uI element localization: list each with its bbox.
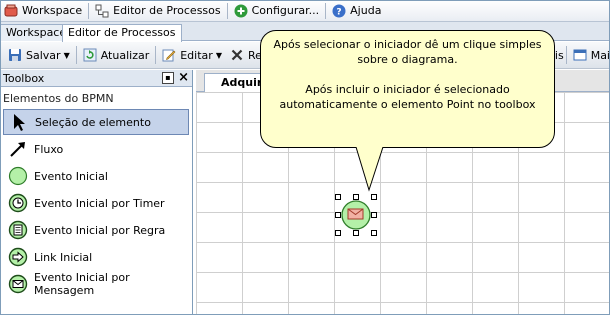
cursor-icon <box>9 112 29 132</box>
toolbox-item-rule-start-event[interactable]: Evento Inicial por Regra <box>3 217 189 243</box>
toolbox-item-label: Evento Inicial por Timer <box>34 196 165 210</box>
toolbox-item-label: Seleção de elemento <box>35 115 151 129</box>
flow-arrow-icon <box>8 139 28 159</box>
toolbar-separator <box>75 46 77 64</box>
menu-separator <box>88 2 90 19</box>
selection-handle[interactable] <box>335 194 341 200</box>
more-button-label: Mai <box>590 48 610 62</box>
callout-text-2: Após incluir o iniciador é selecionado a… <box>279 83 536 111</box>
toolbox-item-link-start-event[interactable]: Link Inicial <box>3 244 189 270</box>
selection-handle[interactable] <box>335 212 341 218</box>
selection-handle[interactable] <box>371 212 377 218</box>
timer-start-event-icon <box>8 193 28 213</box>
toolbox-item-label: Evento Inicial por Regra <box>34 223 166 237</box>
edit-button-label: Editar <box>180 48 213 62</box>
toolbox-item-timer-start-event[interactable]: Evento Inicial por Timer <box>3 190 189 216</box>
selection-handle[interactable] <box>371 230 377 236</box>
edit-button[interactable]: Editar ▼ <box>158 44 226 66</box>
menu-bar: Workspace Editor de Processos Configurar… <box>0 0 610 22</box>
toolbox-item-label: Link Inicial <box>34 250 93 264</box>
message-start-event-icon <box>341 200 371 230</box>
selection-handle[interactable] <box>335 230 341 236</box>
refresh-button-label: Atualizar <box>100 48 150 62</box>
toolbox-group-label: Elementos do BPMN <box>3 91 114 105</box>
save-button[interactable]: Salvar ▼ <box>4 44 74 66</box>
help-icon: ? <box>332 4 346 18</box>
link-start-event-icon <box>8 247 28 267</box>
process-editor-icon <box>95 4 109 18</box>
toolbox-item-label: Fluxo <box>34 142 64 156</box>
workspace-icon <box>4 4 18 18</box>
save-button-label: Salvar <box>26 48 61 62</box>
window-icon <box>573 48 587 62</box>
callout-text-1: Após selecionar o iniciador dê um clique… <box>273 38 542 66</box>
rule-start-event-icon <box>8 220 28 240</box>
toolbox-panel: Toolbox ▪ × Elementos do BPMN Seleção de… <box>0 70 193 315</box>
menu-process-editor-label: Editor de Processos <box>113 4 221 17</box>
add-icon <box>234 4 248 18</box>
menu-workspace-label: Workspace <box>22 4 83 17</box>
svg-text:?: ? <box>337 7 342 17</box>
menu-help-label: Ajuda <box>350 4 382 17</box>
pin-icon[interactable]: ▪ <box>162 72 174 84</box>
toolbox-item-start-event[interactable]: Evento Inicial <box>3 163 189 189</box>
toolbox-item-flow[interactable]: Fluxo <box>3 136 189 162</box>
save-icon <box>8 48 22 62</box>
toolbar-separator <box>155 46 157 64</box>
menu-configure-label: Configurar... <box>251 4 320 17</box>
toolbox-item-message-start-event[interactable]: Evento Inicial por Mensagem <box>3 271 189 297</box>
start-event-icon <box>8 166 28 186</box>
tab-process-editor[interactable]: Editor de Processos <box>62 24 182 42</box>
toolbox-header: Toolbox ▪ × <box>0 70 192 87</box>
delete-icon <box>230 48 244 62</box>
menu-workspace[interactable]: Workspace <box>0 0 86 22</box>
more-button[interactable]: Mai <box>569 44 610 66</box>
toolbox-item-label: Evento Inicial por Mensagem <box>34 271 130 297</box>
tutorial-callout: Após selecionar o iniciador dê um clique… <box>260 30 555 148</box>
menu-help[interactable]: ? Ajuda <box>328 0 385 22</box>
message-start-event-icon <box>8 274 28 294</box>
placed-message-start-event[interactable] <box>335 194 377 236</box>
refresh-button[interactable]: Atualizar <box>79 44 154 66</box>
selection-handle[interactable] <box>353 230 359 236</box>
selection-handle[interactable] <box>353 194 359 200</box>
edit-icon <box>162 48 176 62</box>
menu-separator <box>325 2 327 19</box>
menu-process-editor[interactable]: Editor de Processos <box>91 0 225 22</box>
chevron-down-icon[interactable]: ▼ <box>216 51 222 60</box>
refresh-icon <box>83 48 97 62</box>
menu-separator <box>226 2 228 19</box>
toolbar-separator <box>565 46 567 64</box>
toolbox-item-label: Evento Inicial <box>34 169 108 183</box>
selection-handle[interactable] <box>371 194 377 200</box>
toolbox-item-element-selection[interactable]: Seleção de elemento <box>3 109 189 135</box>
menu-configure[interactable]: Configurar... <box>230 0 324 22</box>
callout-pointer <box>355 147 384 192</box>
chevron-down-icon[interactable]: ▼ <box>64 51 70 60</box>
toolbox-title: Toolbox <box>3 71 45 85</box>
close-icon[interactable]: × <box>178 70 189 86</box>
